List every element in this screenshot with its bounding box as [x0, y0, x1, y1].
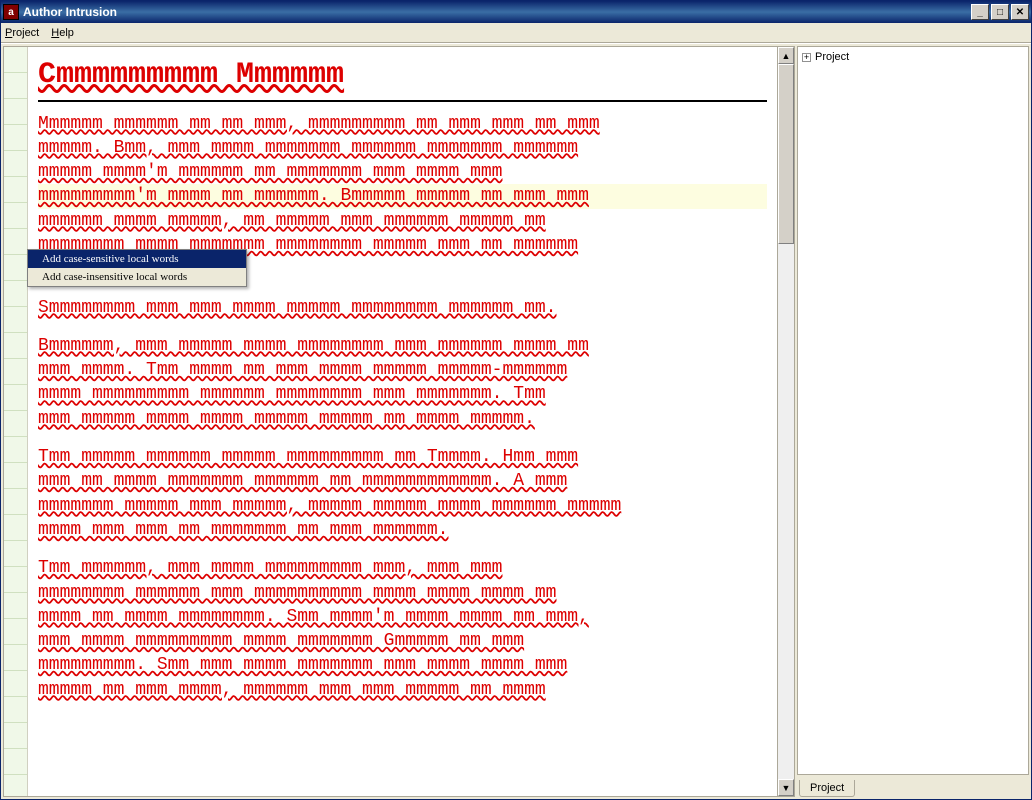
tab-project[interactable]: Project: [799, 780, 855, 797]
application-window: a Author Intrusion _ □ ✕ Project Help Cm…: [0, 0, 1032, 800]
vertical-scrollbar[interactable]: ▲ ▼: [777, 47, 794, 796]
minimize-button[interactable]: _: [971, 4, 989, 20]
close-button[interactable]: ✕: [1011, 4, 1029, 20]
menu-help[interactable]: Help: [51, 27, 74, 39]
scroll-up-button[interactable]: ▲: [778, 47, 794, 64]
window-title: Author Intrusion: [23, 5, 969, 19]
editor-pane: Cmmmmmmmmm Mmmmmm Mmmmmm mmmmmm mm mm mm…: [3, 46, 795, 797]
tree-root-row[interactable]: + Project: [802, 51, 1024, 63]
maximize-button[interactable]: □: [991, 4, 1009, 20]
context-menu: Add case-sensitive local words Add case-…: [27, 249, 247, 287]
project-tree[interactable]: + Project: [797, 46, 1029, 775]
scroll-down-button[interactable]: ▼: [778, 779, 794, 796]
tree-root-label: Project: [815, 51, 849, 63]
titlebar[interactable]: a Author Intrusion _ □ ✕: [1, 1, 1031, 23]
paragraph: Smmmmmmmm mmm mmm mmmm mmmmm mmmmmmmm mm…: [38, 296, 767, 320]
tree-expander-icon[interactable]: +: [802, 53, 811, 62]
client-area: Cmmmmmmmmm Mmmmmm Mmmmmm mmmmmm mm mm mm…: [1, 43, 1031, 799]
paragraph: Tmm mmmmm mmmmmm mmmmm mmmmmmmmm mm Tmmm…: [38, 445, 767, 542]
document-heading: Cmmmmmmmmm Mmmmmm: [38, 55, 767, 102]
editor-gutter: [4, 47, 28, 796]
context-menu-item-case-insensitive[interactable]: Add case-insensitive local words: [28, 268, 246, 286]
paragraph: Bmmmmmm, mmm mmmmm mmmm mmmmmmmm mmm mmm…: [38, 334, 767, 431]
side-panel: + Project Project: [797, 46, 1029, 797]
scroll-thumb[interactable]: [778, 64, 794, 244]
text-editor[interactable]: Cmmmmmmmmm Mmmmmm Mmmmmm mmmmmm mm mm mm…: [28, 47, 777, 796]
app-icon: a: [3, 4, 19, 20]
scroll-track[interactable]: [778, 64, 794, 779]
current-line-highlight: mmmmmmmmm'm mmmm mm mmmmmm. Bmmmmm mmmmm…: [38, 184, 767, 208]
menubar: Project Help: [1, 23, 1031, 43]
context-menu-item-case-sensitive[interactable]: Add case-sensitive local words: [28, 250, 246, 268]
paragraph: Tmm mmmmmm, mmm mmmm mmmmmmmmm mmm, mmm …: [38, 556, 767, 702]
side-tab-strip: Project: [797, 775, 1029, 797]
menu-project[interactable]: Project: [5, 27, 39, 39]
